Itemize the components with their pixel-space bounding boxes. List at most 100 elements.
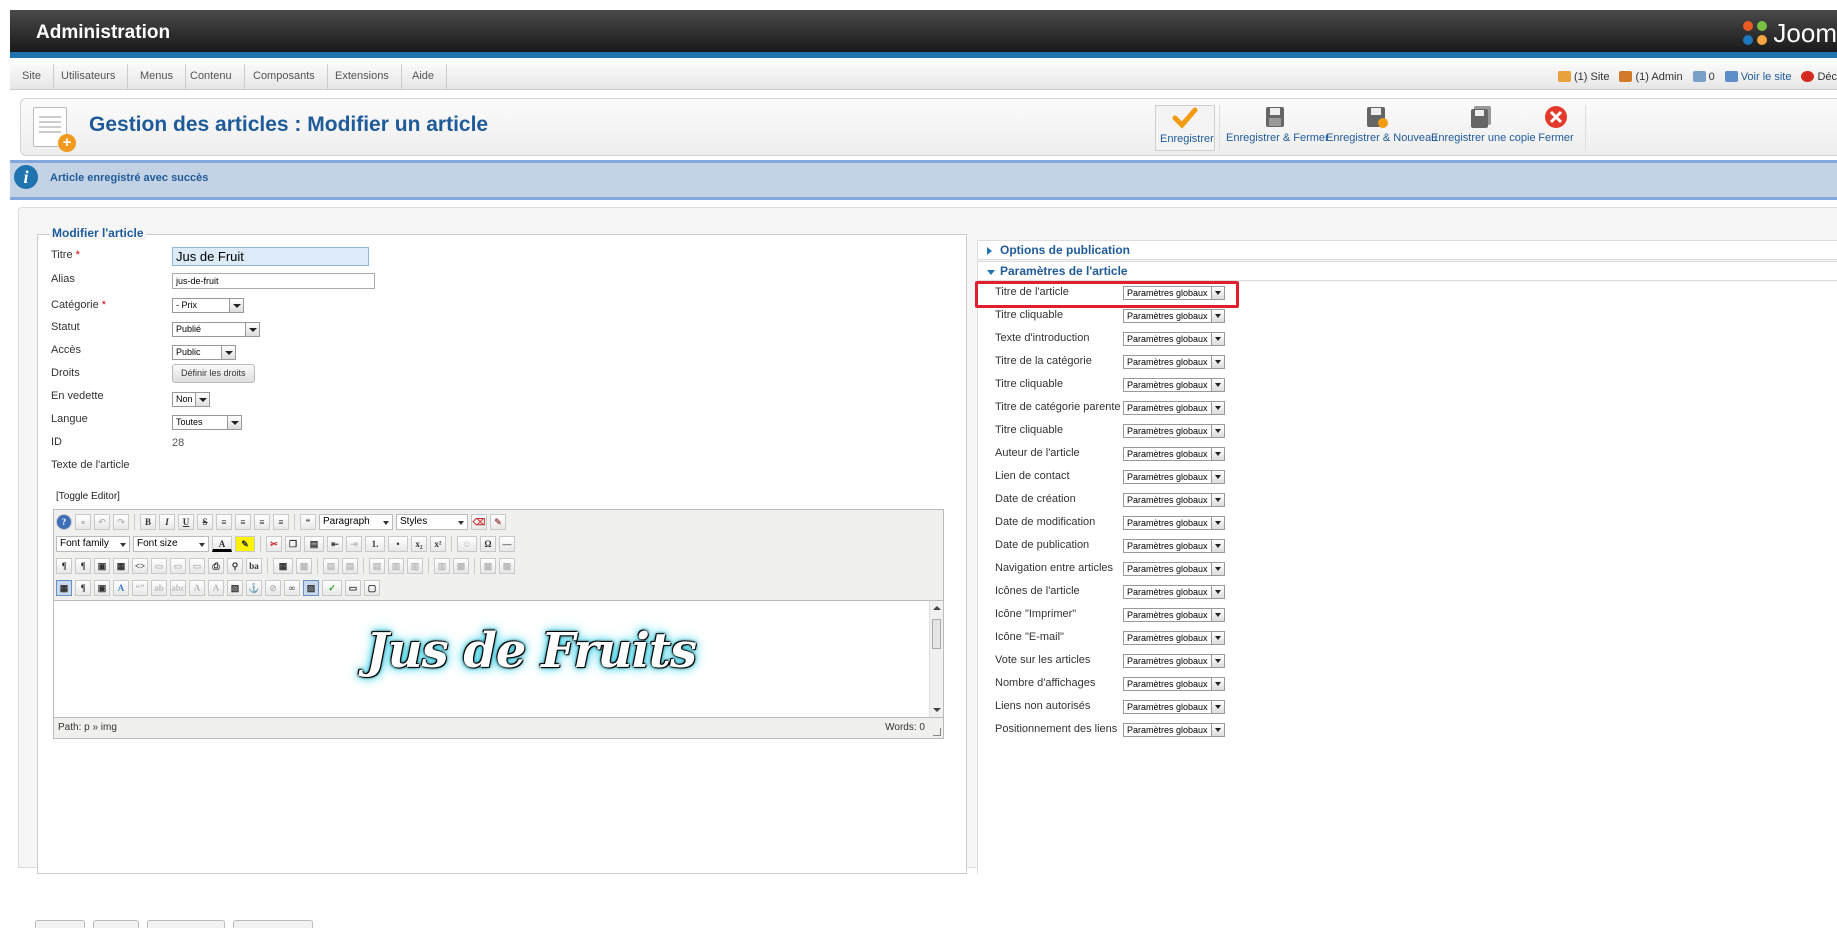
- copy-icon[interactable]: ❐: [285, 536, 301, 552]
- link-icon[interactable]: ∞: [284, 580, 300, 596]
- ins-icon[interactable]: A: [208, 580, 224, 596]
- editor-content-area[interactable]: Jus de Fruits: [54, 600, 943, 718]
- subscript-icon[interactable]: x₂: [411, 536, 427, 552]
- editor-button-4[interactable]: [233, 920, 313, 928]
- insert-layer-icon[interactable]: ▭: [151, 558, 167, 574]
- param-select[interactable]: Paramètres globaux: [1123, 631, 1225, 645]
- cut-icon[interactable]: ✂: [266, 536, 282, 552]
- title-input[interactable]: Jus de Fruit: [172, 247, 369, 266]
- delete-row-icon[interactable]: ▤: [369, 558, 385, 574]
- featured-select[interactable]: Non: [172, 392, 210, 407]
- resize-handle-icon[interactable]: [933, 728, 941, 736]
- menu-composants[interactable]: Composants: [241, 64, 328, 89]
- format-select[interactable]: Paragraph: [319, 514, 393, 530]
- save-copy-button[interactable]: Enregistrer une copie: [1431, 105, 1536, 151]
- save-close-button[interactable]: Enregistrer & Fermer: [1226, 105, 1329, 151]
- image-icon[interactable]: ▨: [303, 580, 319, 596]
- style-icon[interactable]: A: [113, 580, 129, 596]
- acronym-icon[interactable]: ab: [151, 580, 167, 596]
- col-before-icon[interactable]: ▥: [388, 558, 404, 574]
- strikethrough-button[interactable]: S: [197, 514, 213, 530]
- styles-select[interactable]: Styles: [396, 514, 468, 530]
- status-select[interactable]: Publié: [172, 322, 260, 337]
- col-after-icon[interactable]: ▥: [407, 558, 423, 574]
- jus-de-fruits-image[interactable]: Jus de Fruits: [366, 623, 697, 679]
- param-select[interactable]: Paramètres globaux: [1123, 539, 1225, 553]
- ltr-icon[interactable]: ¶: [56, 558, 72, 574]
- param-select[interactable]: Paramètres globaux: [1123, 654, 1225, 668]
- blockquote-icon[interactable]: “: [300, 514, 316, 530]
- joomla-logo[interactable]: Joom: [1743, 18, 1837, 49]
- scroll-thumb[interactable]: [932, 619, 941, 649]
- param-select[interactable]: Paramètres globaux: [1123, 378, 1225, 392]
- style-props-icon[interactable]: ▭: [189, 558, 205, 574]
- set-rights-button[interactable]: Définir les droits: [172, 364, 255, 383]
- menu-aide[interactable]: Aide: [400, 64, 448, 89]
- site-users-status[interactable]: (1) Site: [1558, 70, 1609, 83]
- bold-button[interactable]: B: [140, 514, 156, 530]
- param-select[interactable]: Paramètres globaux: [1123, 424, 1225, 438]
- special-char-icon[interactable]: Ω: [480, 536, 496, 552]
- param-select[interactable]: Paramètres globaux: [1123, 401, 1225, 415]
- highlight-color-icon[interactable]: ✎: [235, 536, 255, 552]
- toggle-editor-link[interactable]: [Toggle Editor]: [56, 491, 120, 502]
- article-params-header[interactable]: Paramètres de l'article: [977, 261, 1837, 281]
- attribs-icon[interactable]: ▧: [227, 580, 243, 596]
- template-icon[interactable]: ▦: [113, 558, 129, 574]
- view-site-link[interactable]: Voir le site: [1724, 70, 1791, 83]
- superscript-icon[interactable]: x²: [430, 536, 446, 552]
- save-button[interactable]: Enregistrer: [1155, 105, 1215, 151]
- close-button[interactable]: Fermer: [1533, 105, 1579, 151]
- indent-icon[interactable]: ⇥: [346, 536, 362, 552]
- messages-status[interactable]: 0: [1692, 70, 1715, 83]
- show-blocks-icon[interactable]: ¶: [75, 580, 91, 596]
- menu-contenu[interactable]: Contenu: [178, 64, 245, 89]
- horizontal-rule-icon[interactable]: —: [499, 536, 515, 552]
- menu-utilisateurs[interactable]: Utilisateurs: [49, 64, 129, 89]
- param-select[interactable]: Paramètres globaux: [1123, 447, 1225, 461]
- param-select[interactable]: Paramètres globaux: [1123, 585, 1225, 599]
- anchor-icon[interactable]: ⚓: [246, 580, 262, 596]
- visual-aid-icon[interactable]: ▦: [56, 580, 72, 596]
- editor-button-2[interactable]: [93, 920, 139, 928]
- spellcheck-icon[interactable]: ✓: [322, 580, 342, 596]
- table-icon[interactable]: ▦: [273, 558, 293, 574]
- admin-users-status[interactable]: (1) Admin: [1619, 70, 1683, 83]
- editor-button-3[interactable]: [147, 920, 225, 928]
- page-break-icon[interactable]: ▭: [345, 580, 361, 596]
- param-select[interactable]: Paramètres globaux: [1123, 723, 1225, 737]
- insert-date-icon[interactable]: ▣: [94, 580, 110, 596]
- table-props-icon[interactable]: ▦: [296, 558, 312, 574]
- publishing-options-header[interactable]: Options de publication: [977, 240, 1837, 260]
- param-select[interactable]: Paramètres globaux: [1123, 332, 1225, 346]
- param-select[interactable]: Paramètres globaux: [1123, 516, 1225, 530]
- rtl-icon[interactable]: ¶: [75, 558, 91, 574]
- justify-icon[interactable]: ≡: [216, 514, 232, 530]
- align-right-icon[interactable]: ≡: [273, 514, 289, 530]
- category-select[interactable]: - Prix: [172, 298, 244, 313]
- param-select[interactable]: Paramètres globaux: [1123, 286, 1225, 300]
- editor-button-1[interactable]: [35, 920, 85, 928]
- print-icon[interactable]: ⎙: [208, 558, 224, 574]
- language-select[interactable]: Toutes: [172, 415, 242, 430]
- split-cells-icon[interactable]: ▦: [453, 558, 469, 574]
- param-select[interactable]: Paramètres globaux: [1123, 562, 1225, 576]
- preview-icon[interactable]: ▣: [94, 558, 110, 574]
- cite-icon[interactable]: “”: [132, 580, 148, 596]
- outdent-icon[interactable]: ⇤: [327, 536, 343, 552]
- font-size-select[interactable]: Font size: [133, 536, 209, 552]
- row-before-icon[interactable]: ▤: [323, 558, 339, 574]
- cell-props-icon[interactable]: ▦: [499, 558, 515, 574]
- access-select[interactable]: Public: [172, 345, 236, 360]
- fullscreen-icon[interactable]: ▢: [364, 580, 380, 596]
- merge-cells-icon[interactable]: ▦: [480, 558, 496, 574]
- row-after-icon[interactable]: ▤: [342, 558, 358, 574]
- underline-button[interactable]: U: [178, 514, 194, 530]
- param-select[interactable]: Paramètres globaux: [1123, 608, 1225, 622]
- emotions-icon[interactable]: ☺: [457, 536, 477, 552]
- bullet-list-icon[interactable]: •: [388, 536, 408, 552]
- scroll-down-icon[interactable]: [933, 708, 941, 712]
- param-select[interactable]: Paramètres globaux: [1123, 677, 1225, 691]
- clean-up-icon[interactable]: ✎: [490, 514, 506, 530]
- editor-scrollbar[interactable]: [929, 601, 943, 717]
